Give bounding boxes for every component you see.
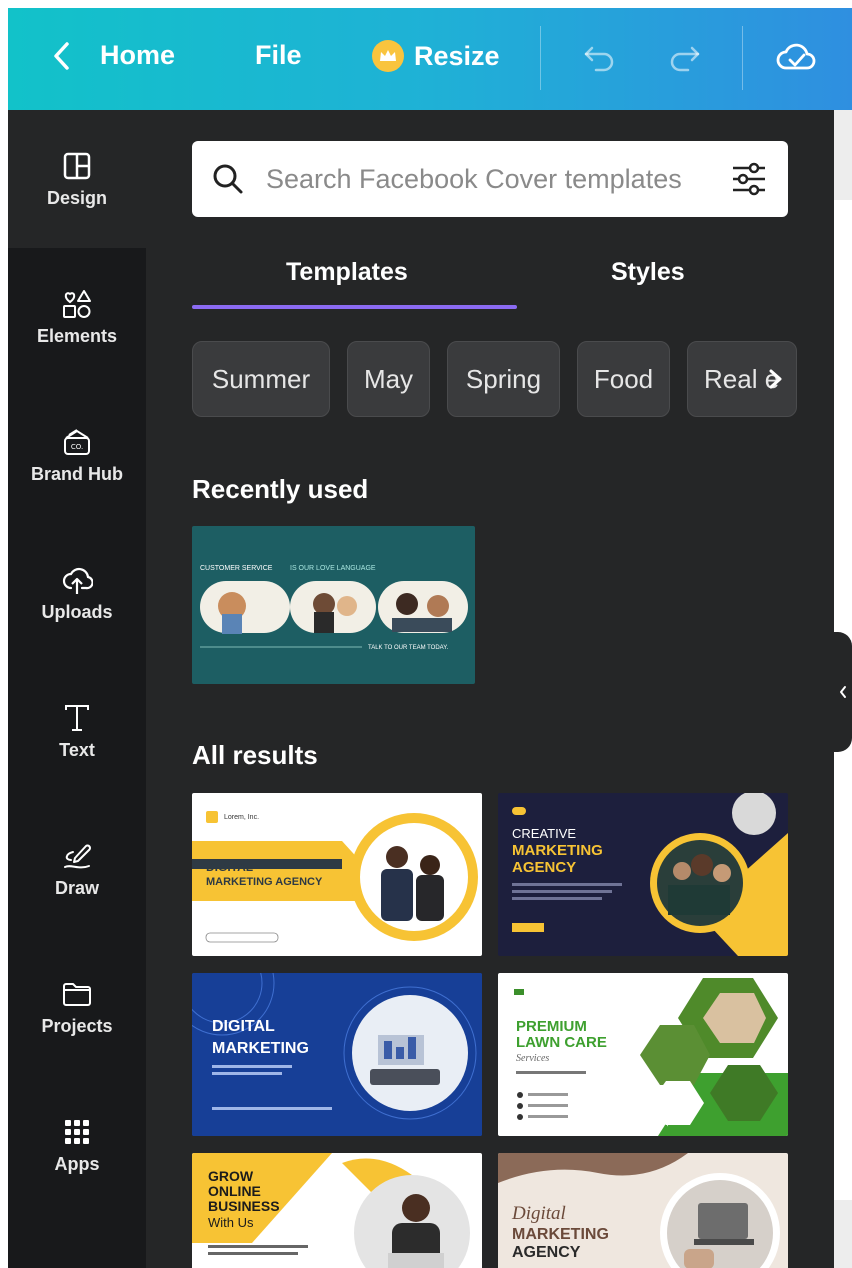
rail-label: Elements [36,325,118,346]
chevron-right-icon[interactable] [764,368,786,390]
recently-used-heading: Recently used [192,474,369,504]
template-text: IS OUR LOVE LANGUAGE [290,565,376,572]
recent-template-card[interactable]: CUSTOMER SERVICE IS OUR LOVE LANGUAGE TA… [192,526,475,684]
crown-icon [372,40,404,72]
template-text: ONLINE [208,1183,261,1199]
collapse-panel-button[interactable] [834,632,852,752]
template-preview: PREMIUM LAWN CARE Services $20 [514,978,788,1136]
chip-spring[interactable]: Spring [447,341,560,417]
rail-item-brand-hub[interactable]: CO. Brand Hub [8,386,146,524]
template-text: BUSINESS [208,1198,280,1214]
template-text: Services [516,1053,549,1064]
template-text: DIGITAL [212,1018,275,1035]
template-text: Digital [511,1203,566,1224]
template-text: MARKETING [512,842,603,859]
chip-summer[interactable]: Summer [192,341,330,417]
rail-label: Draw [54,877,99,898]
home-button[interactable]: Home [100,40,175,71]
template-preview: Digital MARKETING AGENCY [498,1153,780,1268]
rail-label: Text [59,739,95,760]
folder-icon [63,982,91,1006]
active-tab-indicator [192,305,517,309]
template-text: LAWN CARE [516,1034,607,1051]
chip-food[interactable]: Food [577,341,670,417]
template-text: Lorem, Inc. [224,814,259,821]
editor-top-bar: Home File Resize [8,8,852,110]
cloud-upload-icon [62,567,93,594]
rail-item-projects[interactable]: Projects [8,938,146,1076]
all-results-heading: All results [192,740,318,770]
template-preview: GROW ONLINE BUSINESS With Us [192,1153,470,1268]
rail-item-design[interactable]: Design [8,110,146,248]
resize-label: Resize [414,40,500,71]
toolbar-divider [540,26,541,90]
text-icon [65,704,89,731]
chip-may[interactable]: May [347,341,430,417]
rail-item-draw[interactable]: Draw [8,800,146,938]
search-icon [213,164,243,194]
template-text: GROW [208,1168,254,1184]
template-card[interactable]: Digital MARKETING AGENCY [498,1153,788,1268]
template-card[interactable]: DIGITAL MARKETING [192,973,482,1136]
file-menu-button[interactable]: File [255,40,302,71]
template-text: CUSTOMER SERVICE [200,565,273,572]
shapes-icon [63,289,91,318]
back-chevron-icon[interactable] [52,41,72,71]
rail-label: Brand Hub [31,463,123,484]
template-text: AGENCY [512,1244,581,1261]
template-text: MARKETING AGENCY [206,876,323,888]
rail-item-elements[interactable]: Elements [8,248,146,386]
rail-label: Design [46,187,107,208]
tab-templates[interactable]: Templates [286,258,408,287]
rail-item-text[interactable]: Text [8,662,146,800]
template-text: With Us [208,1215,254,1230]
template-card[interactable]: PREMIUM LAWN CARE Services $20 [498,973,788,1136]
search-bar [192,141,788,217]
svg-text:CO.: CO. [71,443,83,451]
resize-button[interactable]: Resize [372,40,500,72]
template-preview: Lorem, Inc. DIGITAL MARKETING AGENCY [192,811,478,943]
search-input[interactable] [266,159,716,199]
filter-sliders-icon[interactable] [730,161,768,197]
template-card[interactable]: GROW ONLINE BUSINESS With Us [192,1153,482,1268]
templates-panel: Templates Styles Summer May Spring Food … [146,110,834,1268]
brand-hub-icon: CO. [64,428,90,455]
chevron-left-icon [840,686,846,698]
template-text: AGENCY [512,859,576,876]
template-text: MARKETING [512,1226,609,1243]
tab-styles[interactable]: Styles [611,258,685,287]
template-preview: CREATIVE MARKETING AGENCY [512,793,788,956]
toolbar-divider [742,26,743,90]
template-text: $20 [664,1113,686,1128]
template-card[interactable]: Lorem, Inc. DIGITAL MARKETING AGENCY [192,793,482,956]
rail-label: Apps [54,1153,100,1174]
layout-icon [63,152,91,179]
rail-item-uploads[interactable]: Uploads [8,524,146,662]
cloud-saved-icon[interactable] [774,36,818,80]
rail-label: Projects [41,1015,113,1036]
apps-grid-icon [65,1119,89,1144]
template-text: TALK TO OUR TEAM TODAY. [368,645,448,651]
undo-icon[interactable] [580,38,620,78]
template-text: PREMIUM [516,1018,587,1035]
template-card[interactable]: CREATIVE MARKETING AGENCY [498,793,788,956]
side-nav-rail: Design Elements CO. Brand Hub Uploads Te… [8,110,146,1268]
draw-icon [64,844,91,868]
template-text: DIGITAL [206,860,253,874]
rail-label: Uploads [41,601,113,622]
template-text: CREATIVE [512,826,576,841]
recent-template-preview: CUSTOMER SERVICE IS OUR LOVE LANGUAGE TA… [200,565,468,651]
rail-item-apps[interactable]: Apps [8,1076,146,1214]
template-preview: DIGITAL MARKETING [192,973,482,1136]
redo-icon[interactable] [664,38,704,78]
template-text: MARKETING [212,1040,309,1057]
